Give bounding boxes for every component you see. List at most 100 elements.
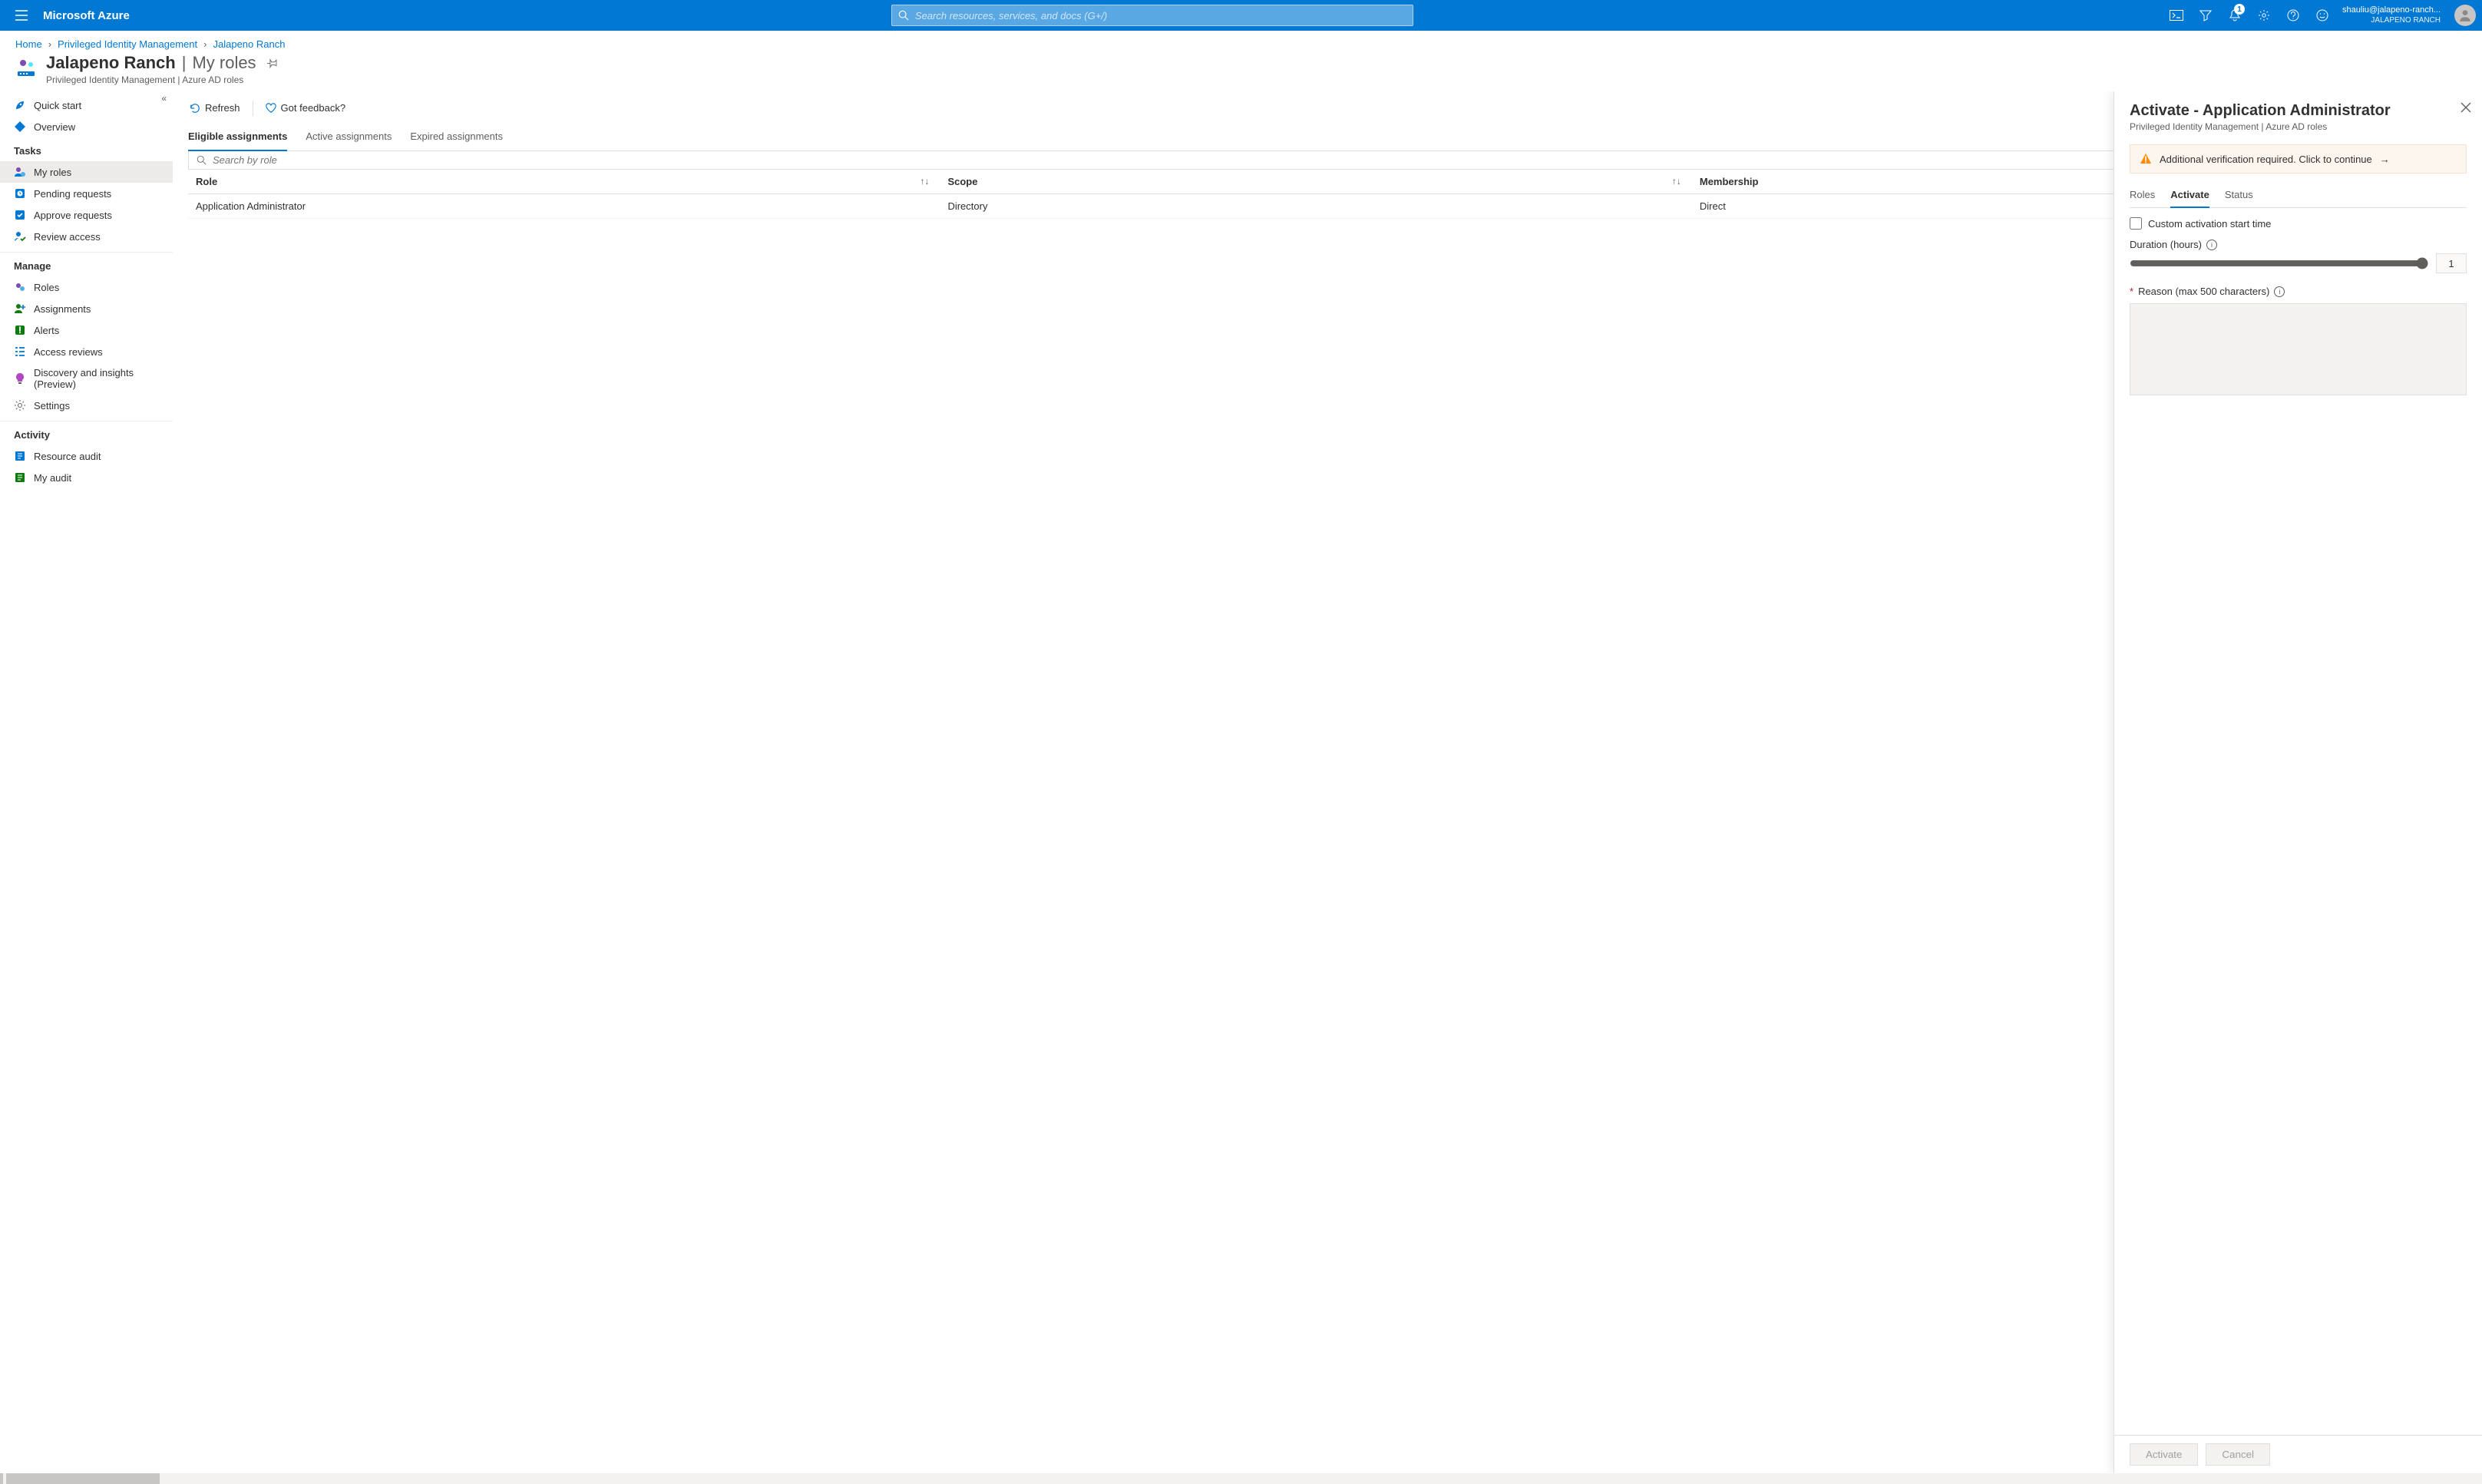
- sidebar-item-access-reviews[interactable]: Access reviews: [0, 341, 173, 362]
- collapse-sidebar-button[interactable]: «: [161, 93, 167, 104]
- pin-icon: [267, 58, 278, 68]
- sidebar-item-label: Review access: [34, 231, 101, 243]
- person-roles-icon: [14, 166, 26, 178]
- column-header-scope[interactable]: Scope ↑↓: [940, 170, 1691, 194]
- horizontal-scrollbar[interactable]: [0, 1473, 2482, 1484]
- clock-icon: [14, 187, 26, 200]
- info-icon[interactable]: i: [2274, 286, 2285, 297]
- panel-title: Activate - Application Administrator: [2130, 102, 2467, 120]
- global-search-input[interactable]: [915, 10, 1406, 21]
- account-avatar[interactable]: [2454, 5, 2476, 26]
- audit-icon: [14, 450, 26, 462]
- resource-icon: [15, 58, 37, 79]
- diamond-icon: [14, 121, 26, 133]
- sidebar-item-my-audit[interactable]: My audit: [0, 467, 173, 488]
- sidebar-item-assignments[interactable]: Assignments: [0, 298, 173, 319]
- gear-icon: [14, 399, 26, 411]
- sidebar-item-my-roles[interactable]: My roles: [0, 161, 173, 183]
- sidebar-group-activity: Activity: [0, 421, 173, 445]
- activate-button[interactable]: Activate: [2130, 1443, 2198, 1466]
- assignments-icon: [14, 302, 26, 315]
- rocket-icon: [14, 99, 26, 111]
- cell-scope: Directory: [940, 194, 1691, 219]
- close-icon: [2461, 102, 2471, 113]
- directory-filter-button[interactable]: [2192, 0, 2219, 31]
- panel-tabs: Roles Activate Status: [2130, 184, 2467, 208]
- duration-label: Duration (hours): [2130, 239, 2202, 250]
- tab-eligible-assignments[interactable]: Eligible assignments: [188, 124, 287, 151]
- topbar-icons: 1: [2163, 0, 2336, 31]
- help-button[interactable]: [2279, 0, 2307, 31]
- sidebar-item-label: Access reviews: [34, 346, 103, 358]
- panel-footer: Activate Cancel: [2114, 1435, 2482, 1473]
- panel-tab-status[interactable]: Status: [2225, 184, 2253, 207]
- duration-slider[interactable]: [2130, 257, 2428, 269]
- panel-close-button[interactable]: [2461, 102, 2471, 113]
- account-email: shauliu@jalapeno-ranch...: [2342, 5, 2441, 15]
- refresh-button[interactable]: Refresh: [188, 99, 242, 117]
- tab-expired-assignments[interactable]: Expired assignments: [410, 124, 503, 150]
- panel-tab-activate[interactable]: Activate: [2170, 184, 2209, 208]
- cloud-shell-button[interactable]: [2163, 0, 2190, 31]
- column-header-role[interactable]: Role ↑↓: [188, 170, 940, 194]
- account-block[interactable]: shauliu@jalapeno-ranch... JALAPENO RANCH: [2342, 5, 2445, 25]
- smiley-icon: [2316, 9, 2328, 21]
- sidebar-item-review-access[interactable]: Review access: [0, 226, 173, 247]
- page-section: My roles: [192, 53, 256, 73]
- person-icon: [2458, 8, 2472, 22]
- azure-topbar: Microsoft Azure 1 shauliu@jalapeno-ranch…: [0, 0, 2482, 31]
- pin-button[interactable]: [267, 58, 278, 68]
- notification-badge: 1: [2234, 4, 2245, 15]
- sort-icon[interactable]: ↑↓: [1672, 176, 1681, 187]
- global-search[interactable]: [891, 5, 1413, 26]
- breadcrumb-pim[interactable]: Privileged Identity Management: [58, 38, 197, 50]
- hamburger-menu[interactable]: [6, 0, 37, 31]
- page-header: Jalapeno Ranch | My roles Privileged Ide…: [0, 53, 2482, 91]
- sidebar-item-settings[interactable]: Settings: [0, 395, 173, 416]
- lightbulb-icon: [14, 372, 26, 385]
- cancel-button[interactable]: Cancel: [2206, 1443, 2270, 1466]
- sidebar-item-resource-audit[interactable]: Resource audit: [0, 445, 173, 467]
- verification-warning-bar[interactable]: Additional verification required. Click …: [2130, 144, 2467, 174]
- help-icon: [2287, 9, 2299, 21]
- duration-value: 1: [2436, 253, 2467, 273]
- sidebar-item-discovery-insights[interactable]: Discovery and insights (Preview): [0, 362, 173, 395]
- sidebar-item-roles[interactable]: Roles: [0, 276, 173, 298]
- filter-icon: [2199, 9, 2212, 21]
- sidebar-group-manage: Manage: [0, 252, 173, 276]
- got-feedback-button[interactable]: Got feedback?: [264, 99, 348, 117]
- info-icon[interactable]: i: [2206, 240, 2217, 250]
- custom-start-checkbox[interactable]: [2130, 217, 2142, 230]
- breadcrumb: Home › Privileged Identity Management › …: [0, 31, 2482, 53]
- reason-textarea[interactable]: [2130, 303, 2467, 395]
- sidebar-item-overview[interactable]: Overview: [0, 116, 173, 137]
- sort-icon[interactable]: ↑↓: [920, 176, 929, 187]
- sidebar-item-label: Resource audit: [34, 451, 101, 462]
- person-check-icon: [14, 230, 26, 243]
- activate-panel: Activate - Application Administrator Pri…: [2114, 91, 2482, 1473]
- hamburger-icon: [15, 10, 28, 21]
- feedback-button[interactable]: [2308, 0, 2336, 31]
- notifications-button[interactable]: 1: [2221, 0, 2249, 31]
- sidebar-item-label: Pending requests: [34, 188, 111, 200]
- cell-role: Application Administrator: [188, 194, 940, 219]
- sidebar-item-quickstart[interactable]: Quick start: [0, 94, 173, 116]
- heart-icon: [266, 103, 276, 114]
- blade-sidebar: « Quick start Overview Tasks My roles Pe…: [0, 91, 173, 1473]
- cloud-shell-icon: [2170, 10, 2183, 21]
- sidebar-item-alerts[interactable]: Alerts: [0, 319, 173, 341]
- sidebar-item-pending-requests[interactable]: Pending requests: [0, 183, 173, 204]
- brand-label[interactable]: Microsoft Azure: [43, 9, 130, 22]
- settings-button[interactable]: [2250, 0, 2278, 31]
- refresh-icon: [190, 103, 200, 114]
- list-icon: [14, 345, 26, 358]
- breadcrumb-home[interactable]: Home: [15, 38, 42, 50]
- panel-tab-roles[interactable]: Roles: [2130, 184, 2155, 207]
- breadcrumb-resource[interactable]: Jalapeno Ranch: [213, 38, 285, 50]
- gear-icon: [2258, 9, 2270, 21]
- reason-label: Reason (max 500 characters): [2138, 286, 2269, 297]
- search-icon: [898, 10, 909, 21]
- tab-active-assignments[interactable]: Active assignments: [306, 124, 392, 150]
- sidebar-item-approve-requests[interactable]: Approve requests: [0, 204, 173, 226]
- sidebar-item-label: My audit: [34, 472, 71, 484]
